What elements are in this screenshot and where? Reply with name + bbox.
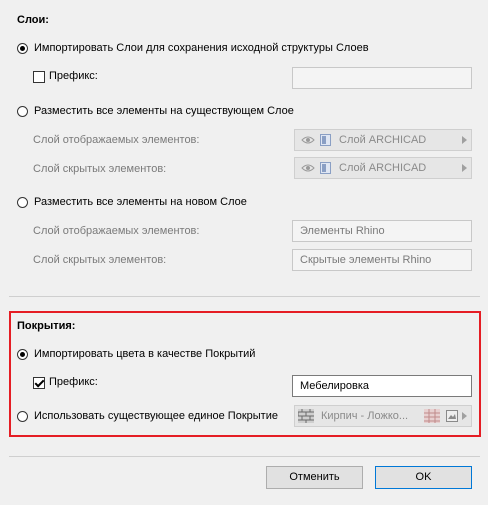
radio-existing-surface-label[interactable]: Использовать существующее единое Покрыти… [34, 410, 278, 422]
existing-visible-layer-label: Слой отображаемых элементов: [33, 134, 200, 146]
triangle-right-icon [462, 412, 467, 420]
triangle-right-icon [462, 136, 467, 144]
radio-existing-surface[interactable] [17, 411, 28, 422]
brick-pattern-icon [298, 409, 314, 423]
surfaces-heading: Покрытия: [17, 320, 76, 332]
existing-hidden-layer-value: Слой ARCHICAD [339, 162, 427, 174]
existing-visible-layer-value: Слой ARCHICAD [339, 134, 427, 146]
ok-button[interactable]: OK [375, 466, 472, 489]
new-hidden-layer-field[interactable]: Скрытые элементы Rhino [292, 249, 472, 271]
cancel-button[interactable]: Отменить [266, 466, 363, 489]
existing-hidden-layer-popup[interactable]: Слой ARCHICAD [294, 157, 472, 179]
surfaces-prefix-field[interactable]: Мебелировка [292, 375, 472, 397]
hatch-pattern-icon [424, 409, 440, 423]
image-icon [446, 410, 458, 422]
layer-icon [320, 162, 331, 174]
surface-popup[interactable]: Кирпич - Ложко... [294, 405, 472, 427]
existing-hidden-layer-label: Слой скрытых элементов: [33, 163, 167, 175]
section-divider [9, 296, 480, 297]
layers-prefix-label[interactable]: Префикс: [49, 70, 98, 82]
surfaces-prefix-label[interactable]: Префикс: [49, 376, 98, 388]
radio-new-layer[interactable] [17, 197, 28, 208]
layers-prefix-checkbox[interactable] [33, 71, 45, 83]
radio-existing-layer-label[interactable]: Разместить все элементы на существующем … [34, 105, 294, 117]
radio-import-layers[interactable] [17, 43, 28, 54]
radio-import-surfaces[interactable] [17, 349, 28, 360]
new-hidden-layer-label: Слой скрытых элементов: [33, 254, 167, 266]
eye-icon [301, 164, 315, 172]
eye-icon [301, 136, 315, 144]
radio-import-layers-label[interactable]: Импортировать Слои для сохранения исходн… [34, 42, 369, 54]
radio-new-layer-label[interactable]: Разместить все элементы на новом Слое [34, 196, 247, 208]
triangle-right-icon [462, 164, 467, 172]
existing-visible-layer-popup[interactable]: Слой ARCHICAD [294, 129, 472, 151]
layers-prefix-field[interactable] [292, 67, 472, 89]
radio-import-surfaces-label[interactable]: Импортировать цвета в качестве Покрытий [34, 348, 255, 360]
new-visible-layer-label: Слой отображаемых элементов: [33, 225, 200, 237]
layers-heading: Слои: [17, 14, 49, 26]
surface-value: Кирпич - Ложко... [321, 410, 409, 422]
layer-icon [320, 134, 331, 146]
new-visible-layer-field[interactable]: Элементы Rhino [292, 220, 472, 242]
radio-existing-layer[interactable] [17, 106, 28, 117]
surfaces-prefix-checkbox[interactable] [33, 377, 45, 389]
footer-divider [9, 456, 480, 457]
